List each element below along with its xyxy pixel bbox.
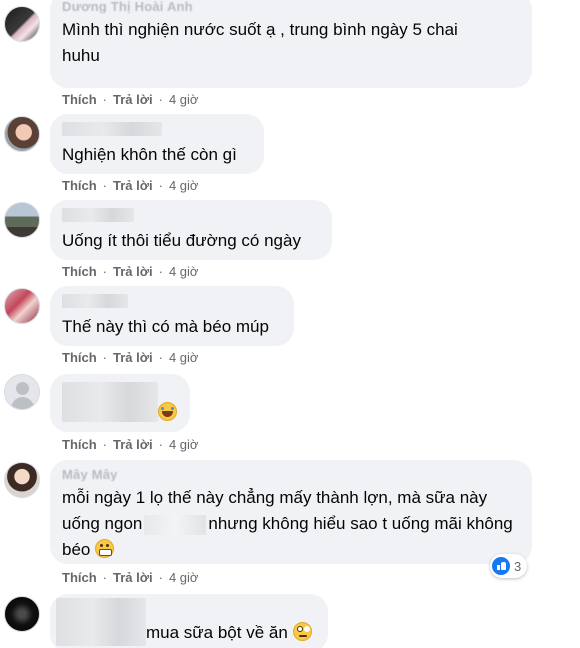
default-avatar-body bbox=[11, 397, 34, 409]
redacted-text bbox=[144, 514, 207, 535]
eye-roll-emoji-icon bbox=[292, 622, 312, 641]
reply-link[interactable]: Trả lời bbox=[113, 264, 153, 279]
separator: · bbox=[102, 264, 108, 279]
avatar[interactable] bbox=[4, 596, 40, 632]
separator: · bbox=[102, 178, 108, 193]
comment-actions: Thích · Trả lời · 4 giờ bbox=[62, 437, 198, 452]
like-link[interactable]: Thích bbox=[62, 264, 97, 279]
comment-text: Mình thì nghiện nước suốt ạ , trung bình… bbox=[62, 20, 458, 65]
separator: · bbox=[158, 264, 163, 279]
laughing-crying-emoji-icon bbox=[158, 402, 177, 421]
comment-bubble: Uống ít thôi tiểu đường có ngày bbox=[50, 200, 332, 260]
reply-link[interactable]: Trả lời bbox=[113, 437, 153, 452]
comment-text: Uống ít thôi tiểu đường có ngày bbox=[62, 231, 301, 250]
reply-link[interactable]: Trả lời bbox=[113, 178, 153, 193]
like-link[interactable]: Thích bbox=[62, 92, 97, 107]
comment-actions: Thích · Trả lời · 4 giờ bbox=[62, 92, 198, 107]
timestamp[interactable]: 4 giờ bbox=[169, 350, 199, 365]
reply-link[interactable]: Trả lời bbox=[113, 92, 153, 107]
comment-actions: Thích · Trả lời · 4 giờ bbox=[62, 570, 198, 585]
default-avatar-icon bbox=[16, 382, 29, 395]
separator: · bbox=[158, 92, 163, 107]
separator: · bbox=[158, 437, 163, 452]
author-name[interactable] bbox=[62, 382, 158, 422]
separator: · bbox=[158, 178, 163, 193]
timestamp[interactable]: 4 giờ bbox=[169, 570, 199, 585]
comment-bubble: Mây Mây mỗi ngày 1 lọ thế này chẳng mấy … bbox=[50, 460, 532, 564]
comment-actions: Thích · Trả lời · 4 giờ bbox=[62, 264, 198, 279]
avatar[interactable] bbox=[4, 116, 40, 152]
comment-bubble: Nghiện khôn thế còn gì bbox=[50, 114, 264, 174]
author-name[interactable] bbox=[62, 122, 162, 136]
timestamp[interactable]: 4 giờ bbox=[169, 92, 199, 107]
avatar[interactable] bbox=[4, 288, 40, 324]
comment-item: Dương Thị Hoài Anh Mình thì nghiện nước … bbox=[0, 0, 580, 110]
separator: · bbox=[158, 350, 163, 365]
separator: · bbox=[102, 92, 108, 107]
comment-bubble: mua sữa bột về ăn bbox=[50, 594, 328, 648]
comment-text: Thế này thì có mà béo múp bbox=[62, 317, 269, 336]
separator: · bbox=[102, 350, 108, 365]
author-name[interactable] bbox=[56, 598, 146, 646]
like-icon bbox=[492, 557, 510, 575]
like-link[interactable]: Thích bbox=[62, 570, 97, 585]
author-name[interactable]: Mây Mây bbox=[62, 468, 132, 481]
comment-bubble: Dương Thị Hoài Anh Mình thì nghiện nước … bbox=[50, 0, 532, 88]
comment-actions: Thích · Trả lời · 4 giờ bbox=[62, 350, 198, 365]
comment-actions: Thích · Trả lời · 4 giờ bbox=[62, 178, 198, 193]
timestamp[interactable]: 4 giờ bbox=[169, 264, 199, 279]
comment-text: mua sữa bột về ăn bbox=[146, 620, 312, 646]
author-name[interactable] bbox=[62, 294, 128, 308]
grimacing-emoji-icon bbox=[95, 539, 115, 558]
comment-bubble: Thế này thì có mà béo múp bbox=[50, 286, 294, 346]
avatar[interactable] bbox=[4, 6, 40, 42]
timestamp[interactable]: 4 giờ bbox=[169, 437, 199, 452]
comment-text: mỗi ngày 1 lọ thế này chẳng mấy thành lợ… bbox=[62, 488, 513, 559]
avatar[interactable] bbox=[4, 202, 40, 238]
like-link[interactable]: Thích bbox=[62, 350, 97, 365]
author-name[interactable]: Dương Thị Hoài Anh bbox=[62, 0, 272, 13]
like-link[interactable]: Thích bbox=[62, 437, 97, 452]
separator: · bbox=[158, 570, 163, 585]
separator: · bbox=[102, 437, 108, 452]
reaction-count: 3 bbox=[514, 558, 522, 574]
reply-link[interactable]: Trả lời bbox=[113, 570, 153, 585]
reaction-summary[interactable]: 3 bbox=[490, 554, 528, 578]
author-name[interactable] bbox=[62, 208, 134, 222]
like-link[interactable]: Thích bbox=[62, 178, 97, 193]
reply-link[interactable]: Trả lời bbox=[113, 350, 153, 365]
comment-bubble bbox=[50, 374, 190, 432]
avatar[interactable] bbox=[4, 374, 40, 410]
separator: · bbox=[102, 570, 108, 585]
timestamp[interactable]: 4 giờ bbox=[169, 178, 199, 193]
comment-text: Nghiện khôn thế còn gì bbox=[62, 145, 237, 164]
avatar[interactable] bbox=[4, 462, 40, 498]
